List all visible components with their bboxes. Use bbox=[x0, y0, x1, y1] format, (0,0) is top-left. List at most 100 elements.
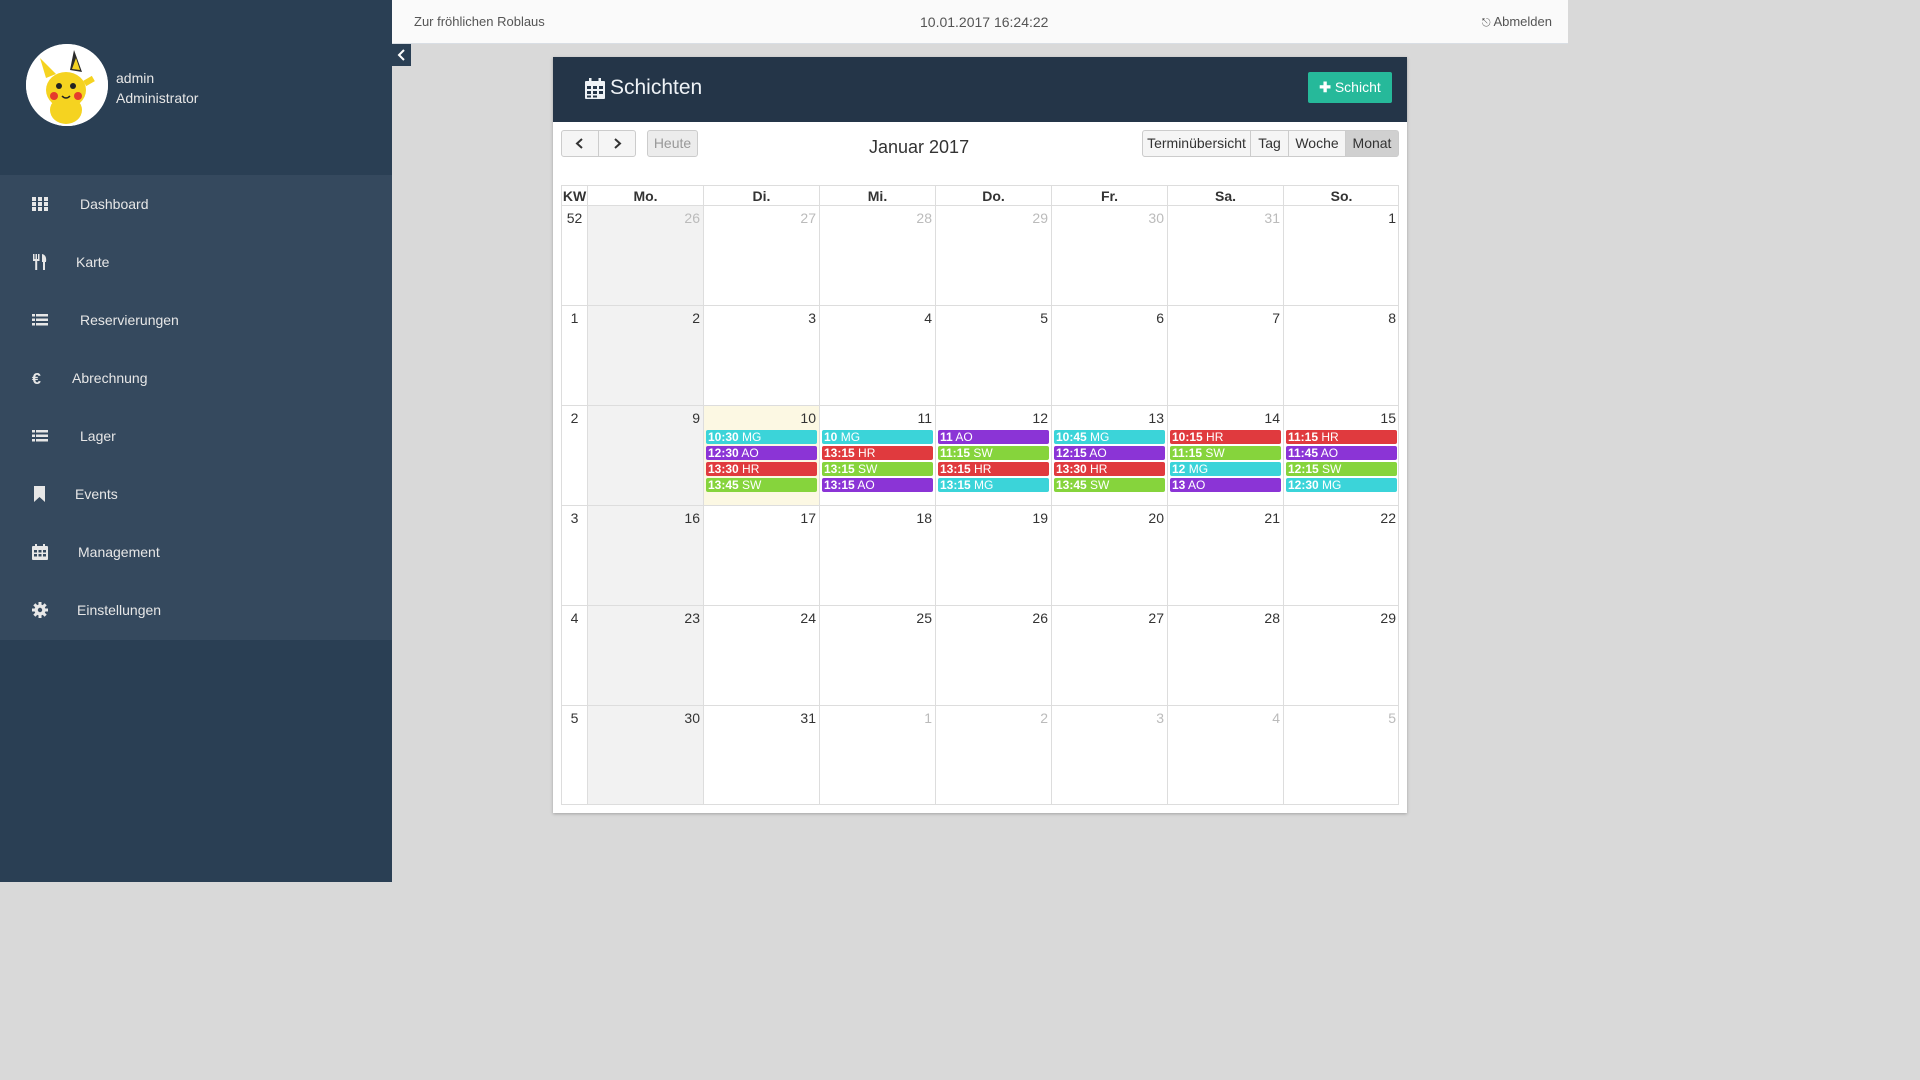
view-month-button[interactable]: Monat bbox=[1345, 130, 1399, 157]
view-week-button[interactable]: Woche bbox=[1288, 130, 1346, 157]
shift-event[interactable]: 13:30 HR bbox=[1054, 462, 1165, 476]
shift-event[interactable]: 13:30 HR bbox=[706, 462, 817, 476]
day-cell[interactable]: 9 bbox=[587, 405, 703, 505]
shift-event[interactable]: 13:15 HR bbox=[938, 462, 1049, 476]
day-cell[interactable]: 16 bbox=[587, 505, 703, 605]
day-cell[interactable]: 22 bbox=[1283, 505, 1399, 605]
sidebar-item-reservierungen[interactable]: Reservierungen bbox=[0, 291, 392, 349]
shift-event[interactable]: 11 AO bbox=[938, 430, 1049, 444]
shift-event[interactable]: 10:15 HR bbox=[1170, 430, 1281, 444]
shift-event[interactable]: 12:15 AO bbox=[1054, 446, 1165, 460]
shift-event[interactable]: 13:15 SW bbox=[822, 462, 933, 476]
sidebar-item-einstellungen[interactable]: Einstellungen bbox=[0, 581, 392, 639]
day-cell[interactable]: 12 11 AO 11:15 SW 13:15 HR 13:15 MG bbox=[935, 405, 1051, 505]
day-cell[interactable]: 17 bbox=[703, 505, 819, 605]
view-agenda-button[interactable]: Terminübersicht bbox=[1142, 130, 1251, 157]
day-cell[interactable]: 13 10:45 MG 12:15 AO 13:30 HR 13:45 SW bbox=[1051, 405, 1167, 505]
shift-event[interactable]: 13:15 HR bbox=[822, 446, 933, 460]
day-cell[interactable]: 25 bbox=[819, 605, 935, 705]
shift-event[interactable]: 10 MG bbox=[822, 430, 933, 444]
shift-event[interactable]: 11:15 SW bbox=[938, 446, 1049, 460]
shift-staff: HR bbox=[1318, 430, 1339, 444]
day-cell[interactable]: 28 bbox=[819, 205, 935, 305]
logout-link[interactable]: ⎋ Abmelden bbox=[1482, 14, 1552, 30]
pikachu-avatar-icon bbox=[26, 44, 108, 126]
shift-event[interactable]: 12 MG bbox=[1170, 462, 1281, 476]
shift-event[interactable]: 13 AO bbox=[1170, 478, 1281, 492]
sidebar-item-management[interactable]: Management bbox=[0, 523, 392, 581]
day-cell[interactable]: 4 bbox=[1167, 705, 1283, 805]
add-shift-button[interactable]: ✚ Schicht bbox=[1308, 72, 1392, 103]
sidebar-item-lager[interactable]: Lager bbox=[0, 407, 392, 465]
day-cell[interactable]: 4 bbox=[819, 305, 935, 405]
today-button[interactable]: Heute bbox=[647, 130, 698, 157]
th-icon bbox=[32, 197, 48, 211]
sidebar-toggle-button[interactable] bbox=[392, 44, 411, 66]
day-cell[interactable]: 5 bbox=[1283, 705, 1399, 805]
day-cell[interactable]: 31 bbox=[703, 705, 819, 805]
shift-event[interactable]: 13:45 SW bbox=[1054, 478, 1165, 492]
day-cell[interactable]: 27 bbox=[703, 205, 819, 305]
day-cell[interactable]: 23 bbox=[587, 605, 703, 705]
day-cell[interactable]: 3 bbox=[703, 305, 819, 405]
sidebar-item-abrechnung[interactable]: € Abrechnung bbox=[0, 349, 392, 407]
weekday-header: Mi. bbox=[819, 185, 935, 205]
day-cell[interactable]: 24 bbox=[703, 605, 819, 705]
day-cell[interactable]: 7 bbox=[1167, 305, 1283, 405]
weekday-header: Fr. bbox=[1051, 185, 1167, 205]
shift-event[interactable]: 11:15 HR bbox=[1286, 430, 1397, 444]
avatar[interactable] bbox=[26, 44, 108, 126]
day-cell[interactable]: 27 bbox=[1051, 605, 1167, 705]
sidebar-item-dashboard[interactable]: Dashboard bbox=[0, 175, 392, 233]
day-cell[interactable]: 2 bbox=[587, 305, 703, 405]
day-cell[interactable]: 18 bbox=[819, 505, 935, 605]
shift-event[interactable]: 13:15 MG bbox=[938, 478, 1049, 492]
day-cell[interactable]: 29 bbox=[935, 205, 1051, 305]
day-cell[interactable]: 20 bbox=[1051, 505, 1167, 605]
day-cell[interactable]: 31 bbox=[1167, 205, 1283, 305]
day-cell[interactable]: 26 bbox=[935, 605, 1051, 705]
shift-staff: SW bbox=[738, 478, 762, 492]
day-cell[interactable]: 14 10:15 HR 11:15 SW 12 MG 13 AO bbox=[1167, 405, 1283, 505]
day-cell[interactable]: 30 bbox=[1051, 205, 1167, 305]
shift-event[interactable]: 10:30 MG bbox=[706, 430, 817, 444]
day-cell[interactable]: 26 bbox=[587, 205, 703, 305]
day-cell[interactable]: 1 bbox=[819, 705, 935, 805]
shift-time: 13:15 bbox=[824, 446, 855, 460]
day-cell[interactable]: 2 bbox=[935, 705, 1051, 805]
prev-button[interactable] bbox=[561, 130, 599, 157]
day-cell[interactable]: 3 bbox=[1051, 705, 1167, 805]
sidebar-item-label: Events bbox=[75, 486, 118, 502]
next-button[interactable] bbox=[598, 130, 636, 157]
day-cell[interactable]: 15 11:15 HR 11:45 AO 12:15 SW 12:30 MG bbox=[1283, 405, 1399, 505]
day-cell[interactable]: 8 bbox=[1283, 305, 1399, 405]
day-cell[interactable]: 1 bbox=[1283, 205, 1399, 305]
shift-event[interactable]: 13:45 SW bbox=[706, 478, 817, 492]
sidebar-item-karte[interactable]: Karte bbox=[0, 233, 392, 291]
shift-event[interactable]: 12:30 AO bbox=[706, 446, 817, 460]
shifts-panel: Schichten ✚ Schicht Heute Januar 2017 Te… bbox=[553, 57, 1407, 813]
shift-event[interactable]: 12:30 MG bbox=[1286, 478, 1397, 492]
shift-event[interactable]: 11:15 SW bbox=[1170, 446, 1281, 460]
weekday-header: So. bbox=[1283, 185, 1399, 205]
shift-time: 13:30 bbox=[708, 462, 739, 476]
day-cell[interactable]: 28 bbox=[1167, 605, 1283, 705]
day-cell[interactable]: 5 bbox=[935, 305, 1051, 405]
view-day-button[interactable]: Tag bbox=[1250, 130, 1289, 157]
day-cell[interactable]: 6 bbox=[1051, 305, 1167, 405]
day-number: 25 bbox=[916, 610, 932, 626]
day-cell[interactable]: 21 bbox=[1167, 505, 1283, 605]
day-cell[interactable]: 30 bbox=[587, 705, 703, 805]
shift-time: 13 bbox=[1172, 478, 1186, 492]
day-cell[interactable]: 19 bbox=[935, 505, 1051, 605]
shift-event[interactable]: 11:45 AO bbox=[1286, 446, 1397, 460]
day-number: 8 bbox=[1388, 310, 1396, 326]
day-cell[interactable]: 10 10:30 MG 12:30 AO 13:30 HR 13:45 SW bbox=[703, 405, 819, 505]
day-cell[interactable]: 29 bbox=[1283, 605, 1399, 705]
shift-event[interactable]: 13:15 AO bbox=[822, 478, 933, 492]
sidebar-item-events[interactable]: Events bbox=[0, 465, 392, 523]
shift-event[interactable]: 12:15 SW bbox=[1286, 462, 1397, 476]
day-cell[interactable]: 11 10 MG 13:15 HR 13:15 SW 13:15 AO bbox=[819, 405, 935, 505]
plus-icon: ✚ bbox=[1319, 79, 1331, 95]
shift-event[interactable]: 10:45 MG bbox=[1054, 430, 1165, 444]
